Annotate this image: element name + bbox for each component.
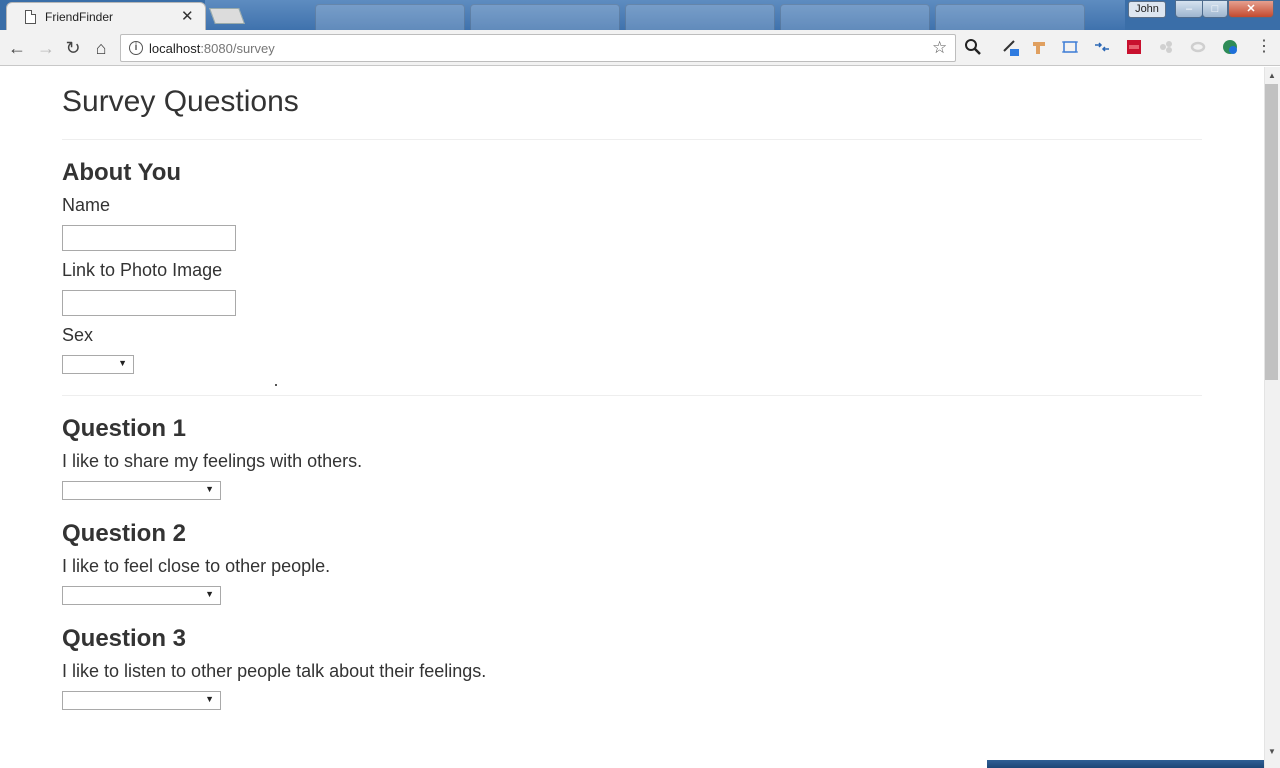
profile-badge[interactable]: John [1128,1,1166,18]
question-2-text: I like to feel close to other people. [62,556,331,576]
window-titlebar: FriendFinder ✕ John ‒ □ ✕ [0,0,1280,30]
name-label: Name [62,195,111,215]
background-tab[interactable] [470,4,620,30]
browser-menu-icon[interactable]: ⋮ [1256,37,1272,57]
extension-icon[interactable] [1030,38,1048,56]
photo-link-label: Link to Photo Image [62,260,223,280]
background-tab[interactable] [625,4,775,30]
back-button[interactable]: ← [6,37,28,59]
name-input[interactable] [62,225,236,251]
maximize-button[interactable]: □ [1202,0,1228,18]
color-picker-icon[interactable] [1001,38,1019,56]
question-2-select[interactable]: ▼ [62,586,221,605]
background-tab[interactable] [935,4,1085,30]
background-tabs-strip [205,0,1125,30]
chevron-down-icon: ▼ [205,694,214,704]
bookmark-star-icon[interactable]: ☆ [932,38,947,58]
photo-link-input[interactable] [62,290,236,316]
question-1-select[interactable]: ▼ [62,481,221,500]
question-1-text: I like to share my feelings with others. [62,451,363,471]
search-icon[interactable] [964,38,982,56]
close-tab-icon[interactable]: ✕ [181,7,194,25]
background-tab[interactable] [315,4,465,30]
address-bar[interactable]: i localhost:8080/survey ☆ [120,34,956,62]
forward-button[interactable]: → [35,37,57,59]
page-title: Survey Questions [62,85,299,118]
url-text[interactable]: localhost:8080/survey [149,41,275,56]
reload-button[interactable]: ↻ [62,37,84,59]
browser-toolbar: ← → ↻ ⌂ i localhost:8080/survey ☆ [0,30,1280,66]
minimize-button[interactable]: ‒ [1175,0,1203,18]
scroll-up-arrow-icon[interactable]: ▲ [1264,68,1280,83]
divider [62,395,1202,396]
page-content: Survey Questions About You Name Link to … [0,67,1264,768]
link-icon[interactable] [1189,38,1207,56]
scroll-down-arrow-icon[interactable]: ▼ [1264,744,1280,759]
screenshot-icon[interactable] [1061,38,1079,56]
chevron-down-icon: ▼ [205,589,214,599]
question-2-heading: Question 2 [62,520,187,547]
red-extension-icon[interactable] [1125,38,1143,56]
sync-arrows-icon[interactable] [1093,38,1111,56]
scrollbar-thumb[interactable] [1265,84,1278,380]
question-3-heading: Question 3 [62,625,187,652]
document-icon [25,10,36,24]
question-3-text: I like to listen to other people talk ab… [62,661,487,681]
url-port-path: :8080/survey [200,41,275,56]
home-button[interactable]: ⌂ [90,37,112,59]
sex-label: Sex [62,325,94,345]
info-icon[interactable]: i [129,41,143,55]
chevron-down-icon: ▼ [118,358,127,368]
background-tab[interactable] [780,4,930,30]
sex-select[interactable]: ▼ [62,355,134,374]
question-1-heading: Question 1 [62,415,187,442]
close-window-button[interactable]: ✕ [1228,0,1274,18]
url-host: localhost [149,41,201,56]
tab-friendfinder[interactable]: FriendFinder ✕ [6,2,206,30]
puzzle-icon[interactable] [1157,38,1175,56]
about-you-heading: About You [62,159,182,186]
question-3-select[interactable]: ▼ [62,691,221,710]
stray-dot [275,384,277,386]
new-tab-button[interactable] [209,8,245,24]
divider [62,139,1202,140]
taskbar-edge [987,760,1264,768]
chevron-down-icon: ▼ [205,484,214,494]
tab-title: FriendFinder [45,10,114,24]
globe-icon[interactable] [1221,38,1239,56]
